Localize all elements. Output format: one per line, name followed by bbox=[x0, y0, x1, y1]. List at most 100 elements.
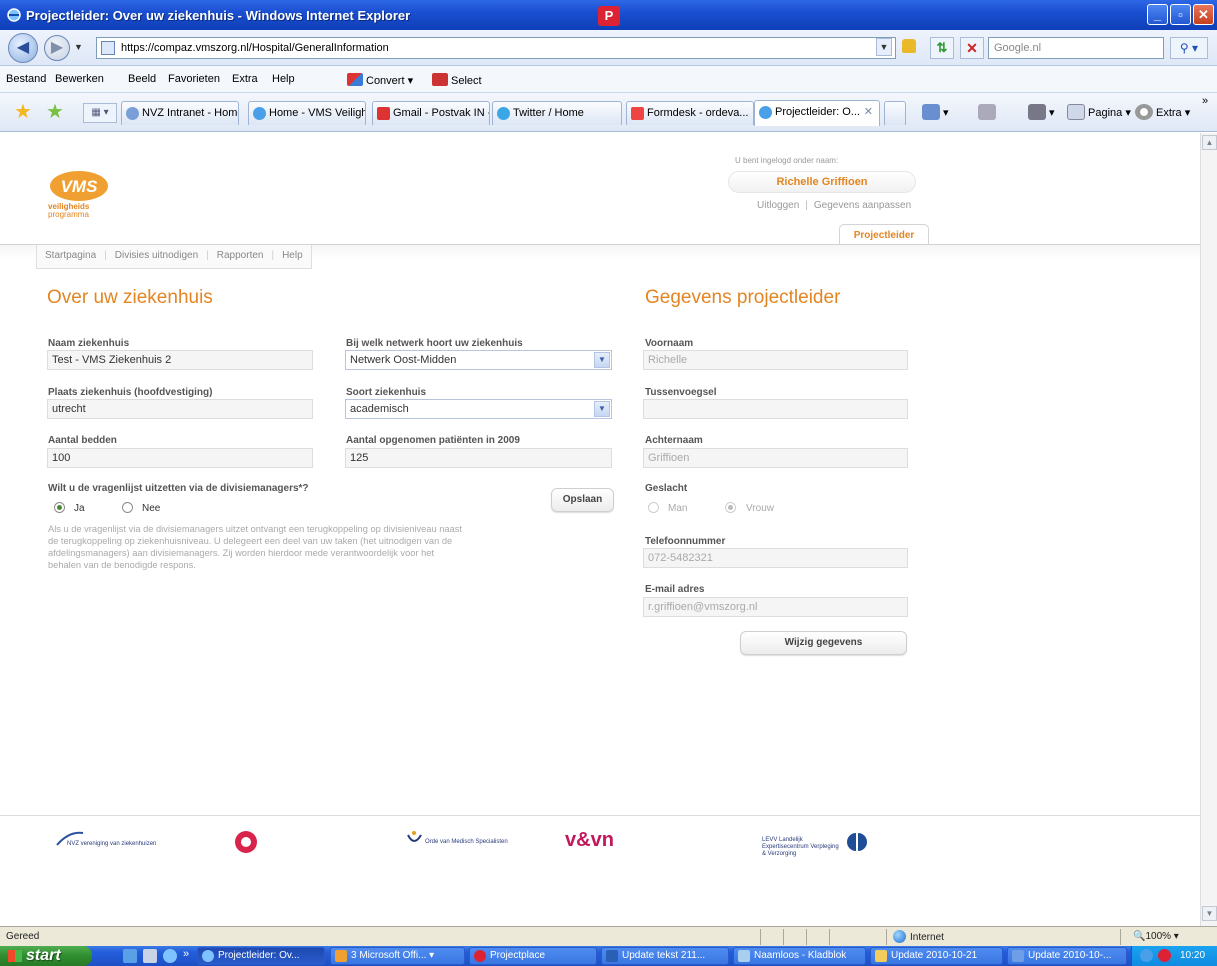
page-menu-button[interactable]: Pagina ▾ bbox=[1067, 104, 1131, 120]
security-zone[interactable]: Internet bbox=[893, 930, 944, 943]
chevron-more-icon[interactable]: » bbox=[1202, 95, 1208, 107]
delegate-explanation: Als u de vragenlijst via de divisiemanag… bbox=[48, 524, 462, 570]
menu-file[interactable]: Bestand bbox=[6, 73, 46, 85]
orde-logo[interactable]: Orde van Medisch Specialisten bbox=[405, 829, 508, 857]
beds-field[interactable]: 100 bbox=[47, 448, 313, 468]
login-label: U bent ingelogd onder naam: bbox=[735, 156, 839, 165]
hospital-name-field[interactable]: Test - VMS Ziekenhuis 2 bbox=[47, 350, 313, 370]
first-name-field[interactable]: Richelle bbox=[643, 350, 908, 370]
home-button[interactable]: ▾ bbox=[922, 104, 949, 120]
task-projectleider[interactable]: Projectleider: Ov... bbox=[197, 947, 325, 965]
task-projectplace[interactable]: Projectplace bbox=[469, 947, 597, 965]
tray-projectplace-icon[interactable] bbox=[1158, 949, 1171, 962]
search-button[interactable]: ⚲ ▾ bbox=[1170, 37, 1208, 59]
minimize-button[interactable]: _ bbox=[1147, 4, 1168, 25]
nfu-logo[interactable] bbox=[233, 829, 293, 857]
lock-icon[interactable] bbox=[902, 39, 916, 53]
tab-projectleider-role[interactable]: Projectleider bbox=[839, 224, 929, 245]
stop-button[interactable]: ✕ bbox=[960, 37, 984, 59]
tab-twitter[interactable]: Twitter / Home bbox=[492, 101, 622, 125]
favorites-star-icon[interactable]: ★ bbox=[14, 102, 32, 122]
refresh-button[interactable]: ⇅ bbox=[930, 37, 954, 59]
radio-vrouw-label: Vrouw bbox=[746, 503, 774, 514]
menu-view[interactable]: Beeld bbox=[128, 73, 156, 85]
gear-icon bbox=[1135, 104, 1153, 120]
save-button[interactable]: Opslaan bbox=[551, 488, 614, 512]
history-dropdown-icon[interactable]: ▼ bbox=[74, 42, 83, 52]
task-folder-update[interactable]: Update 2010-10-21 bbox=[870, 947, 1003, 965]
task-notepad[interactable]: Naamloos - Kladblok bbox=[733, 947, 866, 965]
tray-arrow-icon[interactable] bbox=[1140, 949, 1153, 962]
window-titlebar[interactable]: Projectleider: Over uw ziekenhuis - Wind… bbox=[0, 0, 1217, 30]
menu-favorites[interactable]: Favorieten bbox=[168, 73, 220, 85]
nav-divisies-uitnodigen[interactable]: Divisies uitnodigen bbox=[107, 245, 206, 261]
page-icon bbox=[1067, 104, 1085, 120]
phone-field[interactable]: 072-5482321 bbox=[643, 548, 908, 568]
edit-profile-link[interactable]: Gegevens aanpassen bbox=[814, 200, 911, 211]
convert-button[interactable]: Convert ▾ bbox=[347, 73, 413, 87]
vertical-scrollbar[interactable]: ▲ ▼ bbox=[1200, 133, 1217, 926]
email-field[interactable]: r.griffioen@vmszorg.nl bbox=[643, 597, 908, 617]
address-dropdown-icon[interactable]: ▼ bbox=[876, 38, 892, 56]
search-input[interactable]: Google.nl bbox=[988, 37, 1164, 59]
quicklaunch-icon[interactable] bbox=[143, 949, 157, 963]
ie-quicklaunch-icon[interactable] bbox=[163, 949, 177, 963]
task-word-update[interactable]: Update tekst 211... bbox=[601, 947, 729, 965]
chevron-down-icon[interactable]: ▼ bbox=[594, 352, 610, 368]
scroll-down-icon[interactable]: ▼ bbox=[1202, 906, 1217, 921]
menu-edit[interactable]: Bewerken bbox=[55, 73, 104, 85]
radio-man[interactable] bbox=[648, 502, 659, 513]
maximize-button[interactable]: ▫ bbox=[1170, 4, 1191, 25]
nav-rapporten[interactable]: Rapporten bbox=[209, 245, 272, 261]
logout-link[interactable]: Uitloggen bbox=[757, 200, 799, 211]
tab-projectleider[interactable]: Projectleider: O... ✕ bbox=[754, 100, 880, 126]
infix-field[interactable] bbox=[643, 399, 908, 419]
radio-vrouw[interactable] bbox=[725, 502, 736, 513]
chevron-down-icon[interactable]: ▼ bbox=[594, 401, 610, 417]
page-icon bbox=[101, 41, 115, 55]
hospital-place-label: Plaats ziekenhuis (hoofdvestiging) bbox=[48, 387, 213, 398]
add-favorite-icon[interactable]: ★ bbox=[46, 102, 64, 122]
last-name-field[interactable]: Griffioen bbox=[643, 448, 908, 468]
quick-tabs-button[interactable]: ▦ ▾ bbox=[83, 103, 117, 123]
hospital-place-field[interactable]: utrecht bbox=[47, 399, 313, 419]
address-input[interactable]: https://compaz.vmszorg.nl/Hospital/Gener… bbox=[96, 37, 896, 59]
show-desktop-icon[interactable] bbox=[123, 949, 137, 963]
hospital-type-select[interactable]: academisch ▼ bbox=[345, 399, 612, 419]
new-tab-button[interactable] bbox=[884, 101, 906, 125]
menu-bar: Bestand Bewerken Beeld Favorieten Extra … bbox=[0, 66, 1217, 93]
scroll-up-icon[interactable]: ▲ bbox=[1202, 135, 1217, 150]
tab-nvz-intranet[interactable]: NVZ Intranet - Home bbox=[121, 101, 239, 125]
close-window-button[interactable]: ✕ bbox=[1193, 4, 1214, 25]
hospital-type-value: academisch bbox=[350, 403, 409, 415]
print-button[interactable]: ▾ bbox=[1028, 104, 1055, 120]
select-button[interactable]: Select bbox=[432, 73, 482, 87]
ie-page-icon bbox=[253, 107, 266, 120]
radio-nee[interactable] bbox=[122, 502, 133, 513]
feeds-button[interactable] bbox=[978, 104, 999, 120]
menu-help[interactable]: Help bbox=[272, 73, 295, 85]
start-button[interactable]: start bbox=[0, 946, 92, 966]
radio-ja[interactable] bbox=[54, 502, 65, 513]
menu-tools[interactable]: Extra bbox=[232, 73, 258, 85]
tab-vms-home[interactable]: Home - VMS Veiligh... bbox=[248, 101, 366, 125]
edit-details-button[interactable]: Wijzig gegevens bbox=[740, 631, 907, 655]
nav-startpagina[interactable]: Startpagina bbox=[37, 245, 104, 261]
task-update[interactable]: Update 2010-10-... bbox=[1007, 947, 1127, 965]
task-office[interactable]: 3 Microsoft Offi... ▾ bbox=[330, 947, 465, 965]
levv-logo[interactable]: LEVV Landelijk Expertisecentrum Verplegi… bbox=[762, 829, 872, 857]
forward-button[interactable]: ▶ bbox=[44, 35, 70, 61]
vms-logo[interactable]: VMS veiligheids programma bbox=[45, 166, 125, 221]
nav-help[interactable]: Help bbox=[274, 245, 311, 261]
zoom-level[interactable]: 🔍100% ▾ bbox=[1133, 931, 1179, 942]
tab-gmail[interactable]: Gmail - Postvak IN -... bbox=[372, 101, 490, 125]
patients-field[interactable]: 125 bbox=[345, 448, 612, 468]
nvz-logo[interactable]: NVZ vereniging van ziekenhuizen bbox=[55, 829, 156, 857]
network-select[interactable]: Netwerk Oost-Midden ▼ bbox=[345, 350, 612, 370]
tab-formdesk[interactable]: Formdesk - ordeva... bbox=[626, 101, 754, 125]
close-tab-icon[interactable]: ✕ bbox=[864, 105, 873, 118]
tools-menu-button[interactable]: Extra ▾ bbox=[1135, 104, 1190, 120]
quicklaunch-more-icon[interactable]: » bbox=[183, 948, 189, 960]
venvn-logo[interactable]: v&vn bbox=[565, 829, 635, 857]
back-button[interactable]: ◀ bbox=[8, 33, 38, 63]
